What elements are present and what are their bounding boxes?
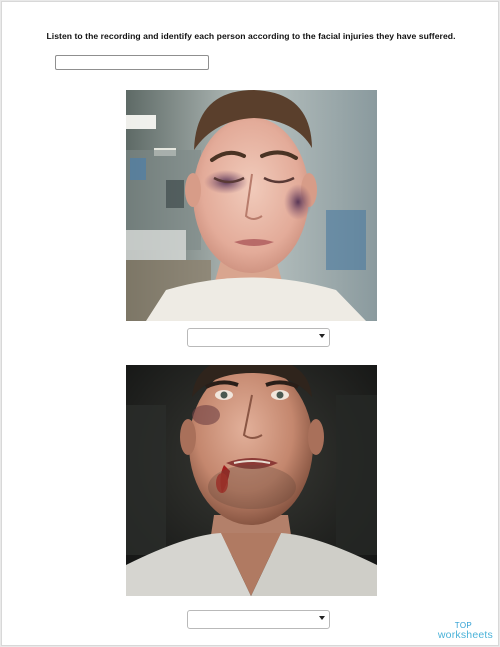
answer-dropdown-2[interactable] [187, 610, 330, 629]
instruction-text: Listen to the recording and identify eac… [46, 31, 456, 41]
answer-text-input[interactable] [55, 55, 209, 70]
logo-worksheets-text: worksheets [437, 628, 493, 641]
chevron-down-icon [319, 334, 325, 338]
chevron-down-icon [319, 616, 325, 620]
topworksheets-logo[interactable]: TOP worksheets [437, 621, 493, 641]
bleeding-lip-young-man-photo [126, 365, 377, 596]
answer-dropdown-1[interactable] [187, 328, 330, 347]
worksheet-page: Listen to the recording and identify eac… [1, 1, 499, 646]
bruised-eye-young-man-photo [126, 90, 377, 321]
